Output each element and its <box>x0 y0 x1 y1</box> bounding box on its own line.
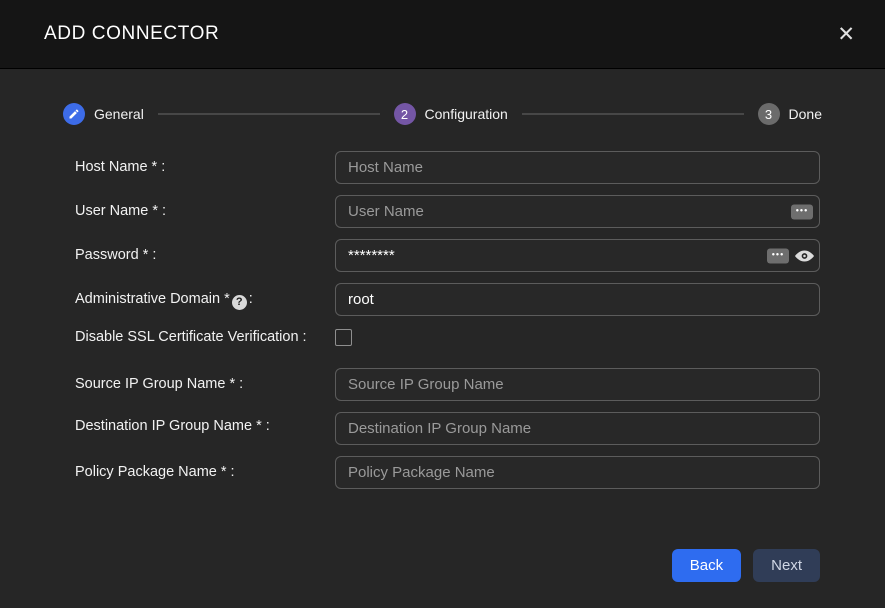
policy-package-label: Policy Package Name * : <box>75 462 335 482</box>
source-ip-group-label: Source IP Group Name * : <box>75 374 335 394</box>
eye-icon[interactable] <box>794 248 814 264</box>
admin-domain-colon: : <box>249 291 253 307</box>
password-row: Password * : ••• <box>75 239 820 272</box>
password-input[interactable] <box>335 239 820 272</box>
stepper-line <box>158 113 380 115</box>
step-configuration[interactable]: 2 Configuration <box>394 103 508 125</box>
step-done-label: Done <box>789 106 822 122</box>
back-button[interactable]: Back <box>672 549 741 582</box>
add-connector-dialog: ADD CONNECTOR ✕ General 2 Configuration … <box>0 0 885 608</box>
pencil-icon <box>63 103 85 125</box>
admin-domain-row: Administrative Domain *?: <box>75 283 820 316</box>
source-ip-group-row: Source IP Group Name * : <box>75 368 820 401</box>
password-label: Password * : <box>75 245 335 265</box>
ssl-verification-label: Disable SSL Certificate Verification : <box>75 327 335 347</box>
host-name-input[interactable] <box>335 151 820 184</box>
admin-domain-label-text: Administrative Domain * <box>75 291 230 307</box>
stepper-line <box>522 113 744 115</box>
configuration-form: Host Name * : User Name * : ••• Password… <box>0 151 885 543</box>
admin-domain-input[interactable] <box>335 283 820 316</box>
ellipsis-icon[interactable]: ••• <box>767 248 789 263</box>
user-name-row: User Name * : ••• <box>75 195 820 228</box>
host-name-row: Host Name * : <box>75 151 820 184</box>
step-2-badge: 2 <box>394 103 416 125</box>
destination-ip-group-label: Destination IP Group Name * : <box>75 412 335 436</box>
close-icon[interactable]: ✕ <box>833 20 859 49</box>
ssl-verification-checkbox[interactable] <box>335 329 352 346</box>
host-name-label: Host Name * : <box>75 157 335 177</box>
ssl-verification-row: Disable SSL Certificate Verification : <box>75 327 820 351</box>
step-general[interactable]: General <box>63 103 144 125</box>
dialog-footer: Back Next <box>0 543 885 608</box>
stepper: General 2 Configuration 3 Done <box>63 103 822 125</box>
next-button[interactable]: Next <box>753 549 820 582</box>
step-done: 3 Done <box>758 103 822 125</box>
policy-package-row: Policy Package Name * : <box>75 456 820 489</box>
help-icon[interactable]: ? <box>232 295 247 310</box>
user-name-label: User Name * : <box>75 201 335 221</box>
admin-domain-label: Administrative Domain *?: <box>75 289 335 310</box>
source-ip-group-input[interactable] <box>335 368 820 401</box>
ellipsis-icon[interactable]: ••• <box>791 204 813 219</box>
destination-ip-group-row: Destination IP Group Name * : <box>75 412 820 445</box>
step-configuration-label: Configuration <box>425 106 508 122</box>
dialog-title: ADD CONNECTOR <box>44 23 219 45</box>
policy-package-input[interactable] <box>335 456 820 489</box>
step-general-label: General <box>94 106 144 122</box>
step-3-badge: 3 <box>758 103 780 125</box>
user-name-input[interactable] <box>335 195 820 228</box>
destination-ip-group-input[interactable] <box>335 412 820 445</box>
dialog-header: ADD CONNECTOR ✕ <box>0 0 885 69</box>
